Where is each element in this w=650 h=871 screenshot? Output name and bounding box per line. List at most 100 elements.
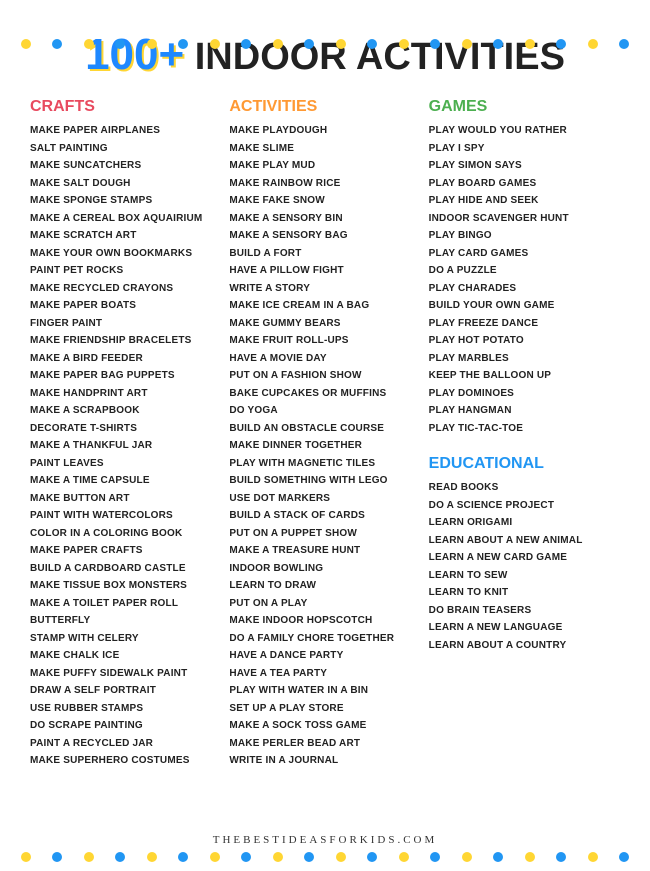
- list-item: Decorate T-Shirts: [30, 420, 221, 438]
- list-item: Play I Spy: [429, 140, 620, 158]
- list-item: Do a Science Project: [429, 497, 620, 515]
- decorative-dot: [525, 39, 535, 49]
- list-item: Play Hot Potato: [429, 332, 620, 350]
- decorative-dot: [147, 852, 157, 862]
- list-item: Make Fake Snow: [229, 192, 420, 210]
- list-item: Play Tic-Tac-Toe: [429, 420, 620, 438]
- list-item: Make Play Mud: [229, 157, 420, 175]
- list-item: Learn a New Card Game: [429, 549, 620, 567]
- list-item: Play with Magnetic Tiles: [229, 455, 420, 473]
- decorative-dot: [84, 39, 94, 49]
- list-item: Make Paper Bag Puppets: [30, 367, 221, 385]
- decorative-dot: [336, 852, 346, 862]
- list-item: Build a Stack of Cards: [229, 507, 420, 525]
- list-item: Make Dinner Together: [229, 437, 420, 455]
- list-item: Play Hide and Seek: [429, 192, 620, 210]
- list-item: Make Recycled Crayons: [30, 280, 221, 298]
- list-item: Draw a Self Portrait: [30, 682, 221, 700]
- decorative-dot: [21, 852, 31, 862]
- list-item: Use Dot Markers: [229, 490, 420, 508]
- decorative-dot: [210, 852, 220, 862]
- list-item: Salt Painting: [30, 140, 221, 158]
- list-item: Play Bingo: [429, 227, 620, 245]
- educational-items: Read BooksDo a Science ProjectLearn Orig…: [429, 479, 620, 654]
- decorative-dot: [556, 39, 566, 49]
- list-item: Write a Story: [229, 280, 420, 298]
- decorative-dot: [21, 39, 31, 49]
- list-item: Learn Origami: [429, 514, 620, 532]
- educational-header: EDUCATIONAL: [429, 455, 620, 473]
- list-item: Build Your Own Game: [429, 297, 620, 315]
- list-item: Write in a Journal: [229, 752, 420, 770]
- decorative-dot: [493, 39, 503, 49]
- list-item: Make Paper Boats: [30, 297, 221, 315]
- decorative-dot: [430, 852, 440, 862]
- bottom-dots-border: [0, 847, 650, 867]
- list-item: Do Scrape Painting: [30, 717, 221, 735]
- list-item: Make Tissue Box Monsters: [30, 577, 221, 595]
- list-item: Make Your Own Bookmarks: [30, 245, 221, 263]
- activities-items: Make PlaydoughMake SlimeMake Play Mud Mak…: [229, 122, 420, 770]
- list-item: Color in a Coloring Book: [30, 525, 221, 543]
- decorative-dot: [430, 39, 440, 49]
- list-item: Paint Pet Rocks: [30, 262, 221, 280]
- decorative-dot: [273, 39, 283, 49]
- decorative-dot: [619, 852, 629, 862]
- list-item: Play Dominoes: [429, 385, 620, 403]
- list-item: Make Suncatchers: [30, 157, 221, 175]
- decorative-dot: [525, 852, 535, 862]
- list-item: Build Something with Lego: [229, 472, 420, 490]
- list-item: Have a Movie Day: [229, 350, 420, 368]
- list-item: Finger Paint: [30, 315, 221, 333]
- list-item: Make Slime: [229, 140, 420, 158]
- list-item: Indoor Bowling: [229, 560, 420, 578]
- list-item: Learn to Sew: [429, 567, 620, 585]
- decorative-dot: [462, 852, 472, 862]
- list-item: Make a Sensory Bag: [229, 227, 420, 245]
- list-item: Make Paper Crafts: [30, 542, 221, 560]
- list-item: Play with Water in a Bin: [229, 682, 420, 700]
- column-right: GAMES Play Would You RatherPlay I SpyPla…: [429, 98, 620, 788]
- educational-section: EDUCATIONAL Read BooksDo a Science Proje…: [429, 455, 620, 654]
- decorative-dot: [619, 39, 629, 49]
- list-item: Indoor Scavenger Hunt: [429, 210, 620, 228]
- list-item: Make Playdough: [229, 122, 420, 140]
- decorative-dot: [367, 852, 377, 862]
- decorative-dot: [336, 39, 346, 49]
- decorative-dot: [178, 39, 188, 49]
- decorative-dot: [241, 39, 251, 49]
- list-item: Make Button Art: [30, 490, 221, 508]
- list-item: Make Sponge Stamps: [30, 192, 221, 210]
- top-dots-border: [0, 34, 650, 54]
- crafts-header: CRAFTS: [30, 98, 221, 116]
- list-item: Make Salt Dough: [30, 175, 221, 193]
- list-item: Stamp with Celery: [30, 630, 221, 648]
- decorative-dot: [178, 852, 188, 862]
- list-item: Use Rubber Stamps: [30, 700, 221, 718]
- list-item: Build an Obstacle Course: [229, 420, 420, 438]
- decorative-dot: [367, 39, 377, 49]
- games-items: Play Would You RatherPlay I SpyPlay Simo…: [429, 122, 620, 437]
- games-header: GAMES: [429, 98, 620, 116]
- decorative-dot: [588, 852, 598, 862]
- column-left: CRAFTS Make Paper AirplanesSalt Painting…: [30, 98, 221, 788]
- list-item: Learn to Knit: [429, 584, 620, 602]
- list-item: Make a Cereal Box Aquairium: [30, 210, 221, 228]
- activities-section: ACTIVITIES Make PlaydoughMake SlimeMake …: [229, 98, 420, 770]
- decorative-dot: [210, 39, 220, 49]
- decorative-dot: [52, 39, 62, 49]
- list-item: Paint with Watercolors: [30, 507, 221, 525]
- column-middle: ACTIVITIES Make PlaydoughMake SlimeMake …: [229, 98, 420, 788]
- list-item: Keep the Balloon Up: [429, 367, 620, 385]
- decorative-dot: [147, 39, 157, 49]
- list-item: Read Books: [429, 479, 620, 497]
- list-item: Build a Cardboard Castle: [30, 560, 221, 578]
- list-item: Play Freeze Dance: [429, 315, 620, 333]
- list-item: Make Perler Bead Art: [229, 735, 420, 753]
- list-item: Make a Scrapbook: [30, 402, 221, 420]
- list-item: Play Charades: [429, 280, 620, 298]
- decorative-dot: [273, 852, 283, 862]
- list-item: Paint a Recycled Jar: [30, 735, 221, 753]
- decorative-dot: [241, 852, 251, 862]
- list-item: Make a Treasure Hunt: [229, 542, 420, 560]
